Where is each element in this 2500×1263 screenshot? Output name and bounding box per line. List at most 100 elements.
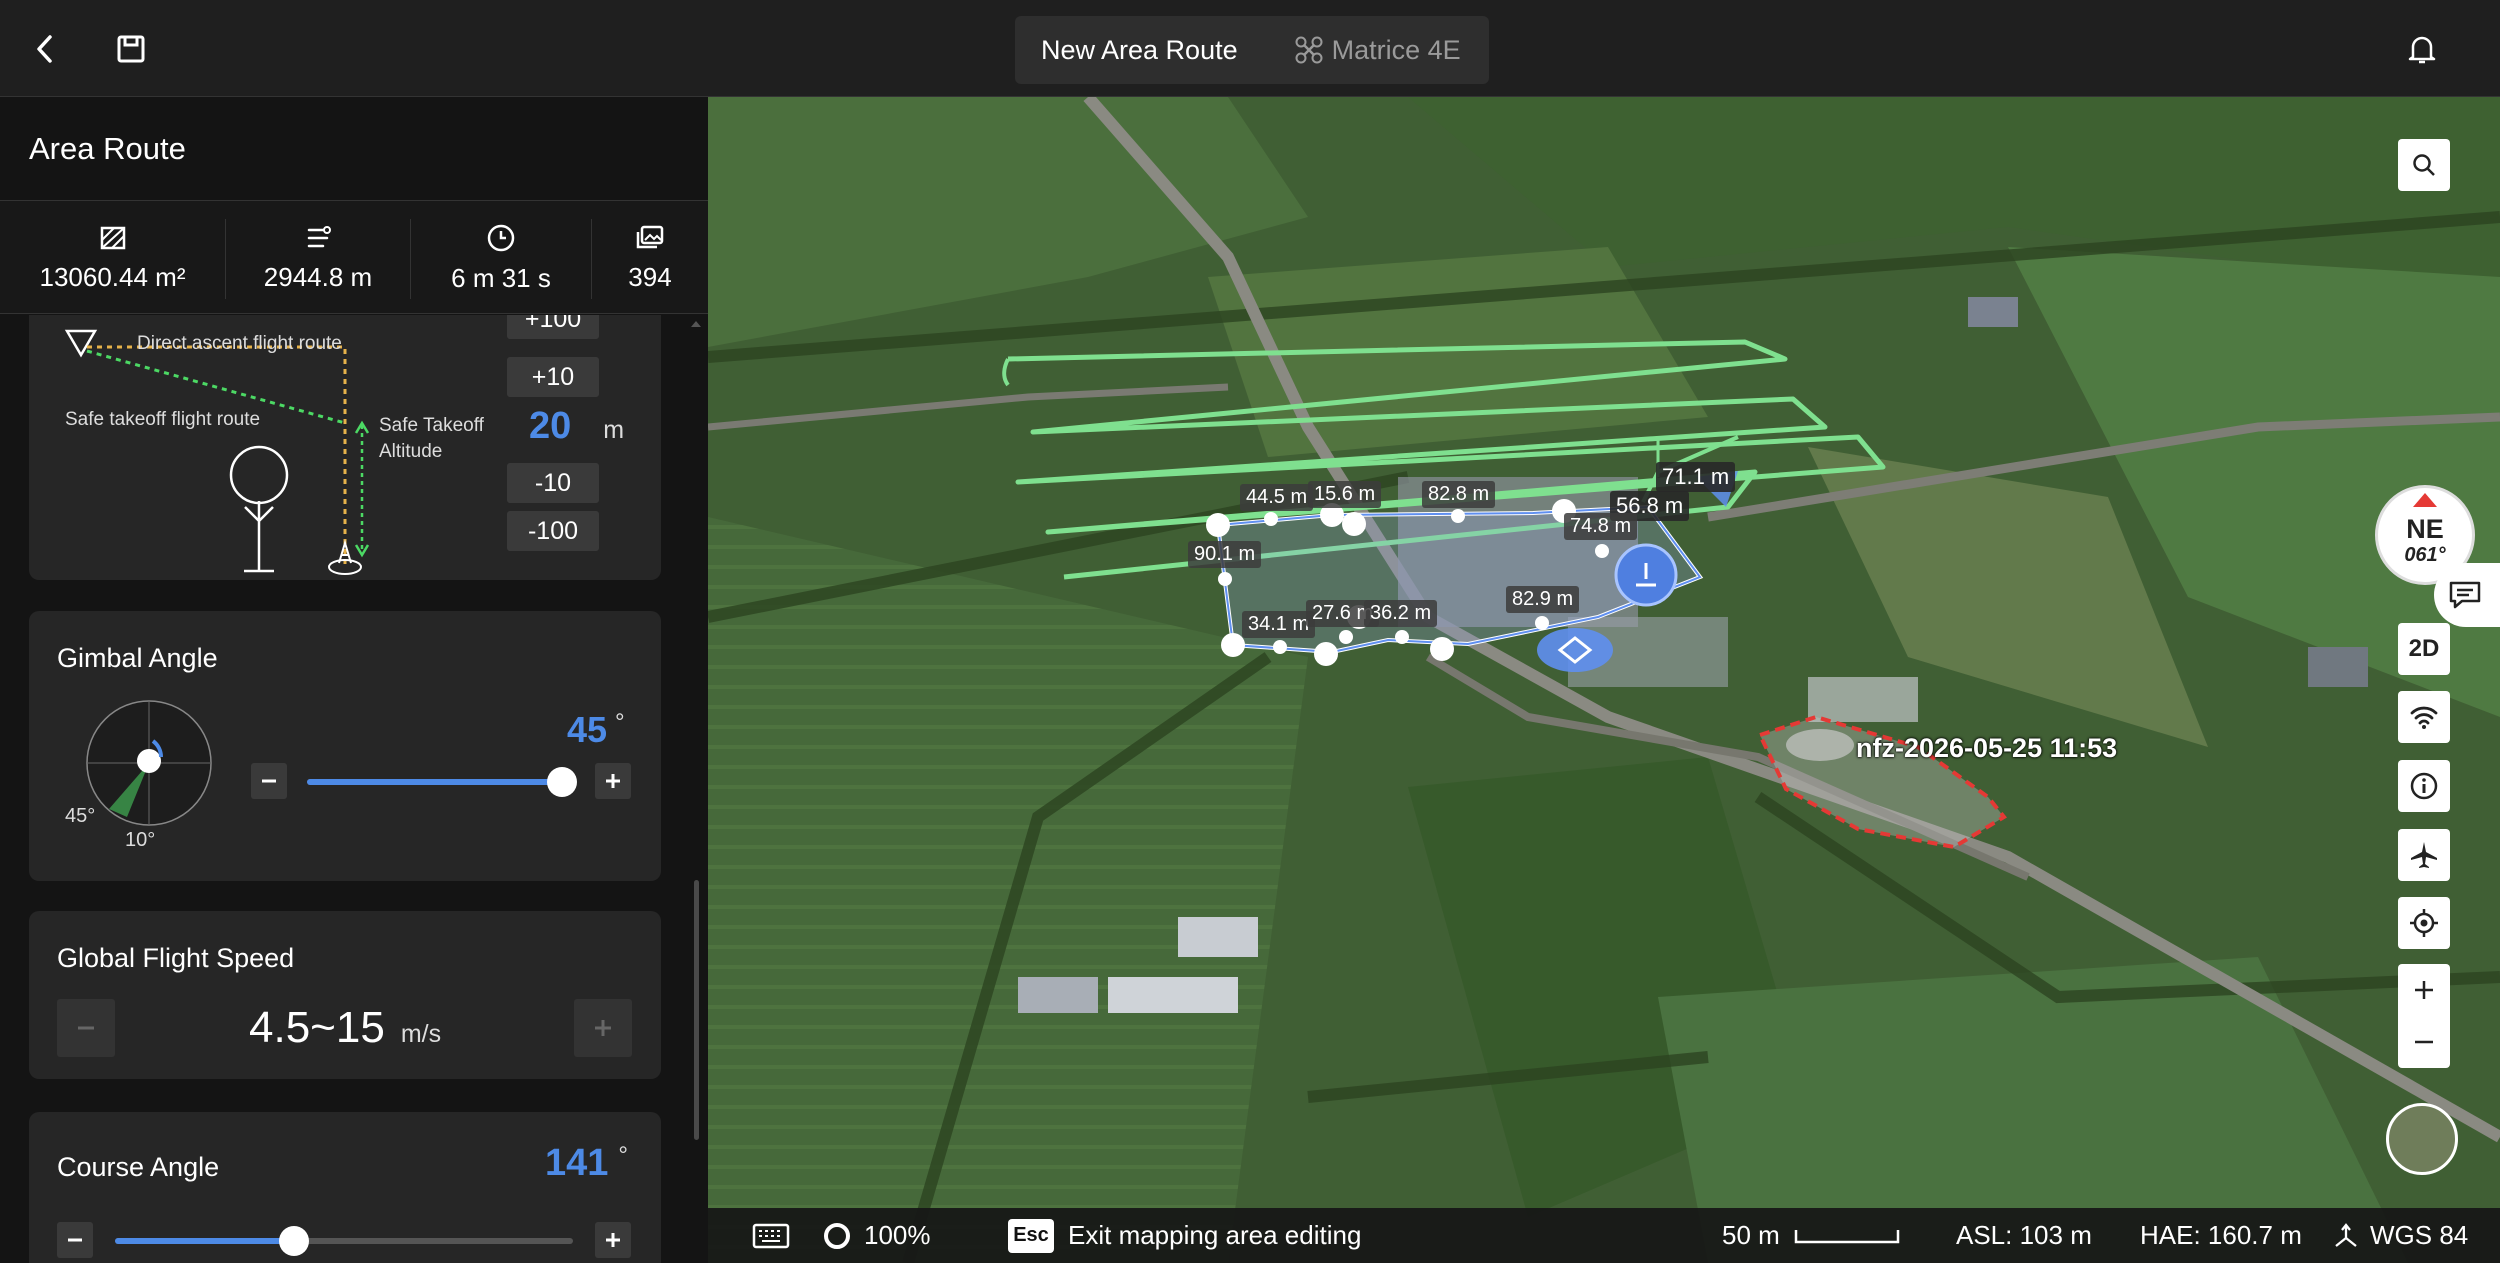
stat-photos-value: 394 [628, 261, 672, 292]
bell-icon [2408, 36, 2436, 64]
altitude-unit: m [603, 416, 625, 444]
wifi-icon [2410, 706, 2438, 729]
map-scale: 50 m [1722, 1208, 1900, 1263]
minus-icon [2415, 1040, 2433, 1044]
gimbal-label-b: 10° [125, 829, 156, 851]
search-icon [2413, 154, 2435, 176]
esc-key[interactable]: Esc [1008, 1218, 1054, 1253]
map-layer-switch[interactable] [2386, 1103, 2458, 1175]
progress-value: 100% [864, 1220, 931, 1250]
message-button[interactable] [2434, 563, 2500, 627]
gimbal-value: 45 [567, 709, 608, 750]
coordinate-system[interactable]: WGS 84 [2332, 1208, 2468, 1263]
gimbal-decrease-button[interactable] [251, 763, 287, 799]
settings-scroll[interactable]: Direct ascent flight route Safe takeoff … [0, 315, 708, 1263]
route-title-bar: New Area Route Matrice 4E [1015, 16, 1489, 84]
aircraft-locate-button[interactable] [2398, 829, 2450, 881]
altitude-value: 20 [529, 405, 572, 447]
flight-speed-card: Global Flight Speed 4.5~15 m/s [29, 911, 661, 1079]
stat-area-value: 13060.44 m² [39, 261, 186, 292]
view-mode-label: 2D [2408, 635, 2440, 662]
scale-bar [1794, 1229, 1900, 1243]
keyboard-shortcuts-button[interactable] [752, 1208, 790, 1263]
nfz-label[interactable]: nfz-2026-05-25 11:53 [1856, 733, 2117, 764]
altitude-plus-10-button[interactable]: +10 [507, 357, 599, 397]
course-value: 141 [545, 1142, 609, 1184]
device-name: Matrice 4E [1331, 34, 1461, 65]
top-bar: New Area Route Matrice 4E [0, 0, 2500, 97]
course-decrease-button[interactable] [57, 1222, 93, 1258]
altitude-value-row: 20 m [529, 405, 624, 448]
info-button[interactable] [2398, 760, 2450, 812]
distance-label: 82.9 m [1506, 586, 1580, 613]
save-button[interactable] [106, 24, 156, 74]
message-icon [2449, 581, 2481, 609]
clock-icon [487, 224, 515, 251]
status-bar: 100% Esc Exit mapping area editing 50 m … [708, 1208, 2500, 1263]
back-button[interactable] [20, 24, 70, 74]
gimbal-value-row: 45 ° [567, 709, 625, 751]
gimbal-angle-card: Gimbal Angle 45° 10° 45 ° [29, 611, 661, 881]
takeoff-altitude-card: Direct ascent flight route Safe takeoff … [29, 315, 661, 580]
altitude-minus-10-button[interactable]: -10 [507, 463, 599, 503]
route-settings-panel: Area Route 13060.44 m² 2944.8 m 6 m 31 s… [0, 97, 708, 1263]
notification-button[interactable] [2397, 24, 2447, 74]
course-increase-button[interactable] [595, 1222, 631, 1258]
course-slider[interactable] [115, 1226, 573, 1256]
compass-needle-icon [2413, 493, 2437, 507]
course-angle-title: Course Angle [57, 1152, 220, 1182]
stat-distance-value: 2944.8 m [263, 261, 373, 292]
safe-takeoff-route-label: Safe takeoff flight route [65, 409, 261, 430]
speed-value: 4.5~15 [249, 1003, 385, 1052]
speed-increase-button[interactable] [574, 999, 632, 1057]
stat-duration-value: 6 m 31 s [451, 262, 551, 293]
zoom-controls [2398, 964, 2450, 1068]
map-search-button[interactable] [2398, 139, 2450, 191]
scroll-up-icon[interactable] [689, 319, 703, 329]
progress-ring-icon [824, 1222, 850, 1249]
signal-button[interactable] [2398, 691, 2450, 743]
gimbal-angle-title: Gimbal Angle [57, 643, 218, 673]
altitude-minus-100-button[interactable]: -100 [507, 511, 599, 551]
locate-button[interactable] [2398, 897, 2450, 949]
scale-value: 50 m [1722, 1220, 1780, 1250]
speed-decrease-button[interactable] [57, 999, 115, 1057]
drone-icon [1295, 36, 1323, 64]
route-name[interactable]: New Area Route [1041, 35, 1238, 66]
esc-hint-text: Exit mapping area editing [1068, 1220, 1362, 1250]
progress-indicator: 100% [822, 1208, 931, 1263]
distance-label: 74.8 m [1564, 513, 1638, 540]
asl-readout: ASL: 103 m [1956, 1220, 2092, 1250]
plus-icon [595, 1020, 611, 1036]
esc-hint: Esc Exit mapping area editing [1008, 1208, 1361, 1263]
panel-scrollbar[interactable] [694, 880, 699, 1140]
view-mode-button[interactable]: 2D [2398, 623, 2450, 675]
gimbal-slider[interactable] [307, 767, 577, 797]
direct-ascent-label: Direct ascent flight route [137, 333, 342, 354]
gimbal-slider-knob[interactable] [546, 767, 577, 797]
stat-duration: 6 m 31 s [411, 201, 591, 315]
altitude-plus-100-button[interactable]: +100 [507, 315, 599, 339]
course-slider-knob[interactable] [278, 1226, 309, 1256]
coordinate-axis-icon [2335, 1222, 2357, 1247]
zoom-out-button[interactable] [2398, 1016, 2450, 1068]
route-stats: 13060.44 m² 2944.8 m 6 m 31 s 394 [0, 200, 708, 314]
safe-takeoff-altitude-label: Safe Takeoff [379, 415, 484, 436]
plus-icon [606, 1233, 620, 1247]
course-angle-card: Course Angle 141 ° [29, 1112, 661, 1263]
satellite-map[interactable] [708, 97, 2500, 1263]
minus-icon [68, 1238, 82, 1242]
gimbal-increase-button[interactable] [595, 763, 631, 799]
device-selector[interactable]: Matrice 4E [1294, 35, 1461, 66]
distance-label: 82.8 m [1422, 481, 1496, 508]
gimbal-slider-fill [307, 779, 562, 785]
photos-icon [636, 225, 664, 248]
zoom-in-button[interactable] [2398, 964, 2450, 1016]
stat-area: 13060.44 m² [0, 201, 225, 315]
chevron-left-icon [37, 35, 52, 63]
save-icon [117, 35, 145, 63]
plus-icon [606, 774, 620, 788]
hae-readout: HAE: 160.7 m [2140, 1220, 2302, 1250]
course-slider-fill [115, 1238, 294, 1244]
map-view[interactable]: 44.5 m 15.6 m 82.8 m 71.1 m 56.8 m 74.8 … [708, 97, 2500, 1263]
